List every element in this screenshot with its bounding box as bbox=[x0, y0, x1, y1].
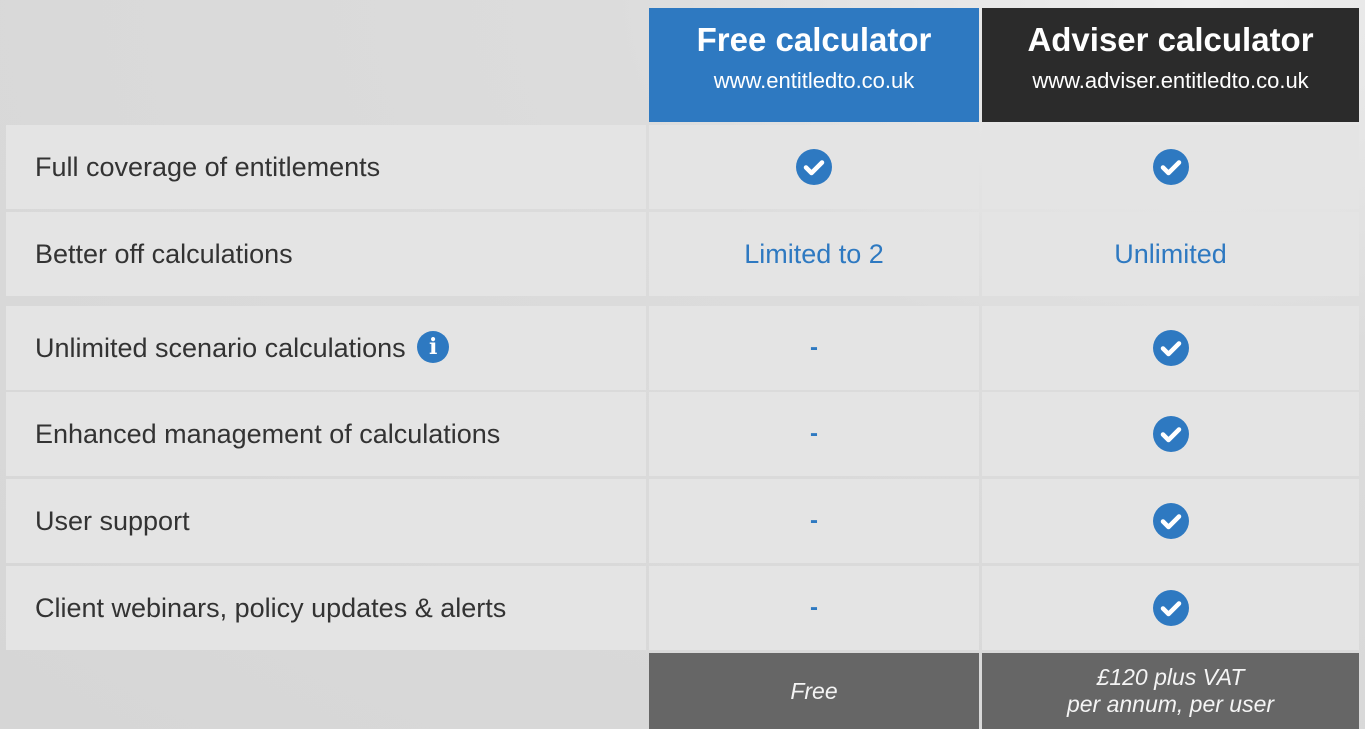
adviser-value-cell bbox=[982, 125, 1359, 209]
feature-label: Client webinars, policy updates & alerts bbox=[35, 593, 507, 623]
free-calculator-header[interactable]: Free calculator www.entitledto.co.uk bbox=[649, 8, 979, 122]
not-included-dash: - bbox=[810, 334, 818, 361]
feature-row-user-support: User support - bbox=[6, 479, 1359, 563]
free-value-cell: - bbox=[649, 566, 979, 650]
adviser-price-terms: per annum, per user bbox=[1066, 691, 1275, 717]
adviser-calculator-header[interactable]: Adviser calculator www.adviser.entitledt… bbox=[982, 8, 1359, 122]
feature-label-cell: Enhanced management of calculations bbox=[6, 392, 646, 476]
free-value-cell bbox=[649, 125, 979, 209]
not-included-dash: - bbox=[810, 420, 818, 447]
free-value-cell: Limited to 2 bbox=[649, 212, 979, 296]
free-price: Free bbox=[790, 677, 838, 704]
adviser-value-cell bbox=[982, 306, 1359, 390]
adviser-calculator-url[interactable]: www.adviser.entitledto.co.uk bbox=[982, 68, 1359, 94]
feature-label-cell: Client webinars, policy updates & alerts bbox=[6, 566, 646, 650]
free-value-cell: - bbox=[649, 306, 979, 390]
feature-row-management: Enhanced management of calculations - bbox=[6, 392, 1359, 476]
adviser-value-cell bbox=[982, 479, 1359, 563]
not-included-dash: - bbox=[810, 594, 818, 621]
check-icon bbox=[796, 149, 832, 185]
adviser-value-text: Unlimited bbox=[1114, 238, 1227, 269]
check-icon bbox=[1152, 416, 1189, 452]
feature-label-wrap: Unlimited scenario calculations i bbox=[35, 306, 450, 390]
feature-row-better-off: Better off calculations Limited to 2 Unl… bbox=[6, 212, 1359, 296]
feature-label: Full coverage of entitlements bbox=[35, 152, 381, 182]
free-calculator-title: Free calculator bbox=[696, 21, 932, 58]
adviser-value-cell: Unlimited bbox=[982, 212, 1359, 296]
adviser-value-cell bbox=[982, 392, 1359, 476]
adviser-price-cell: £120 plus VAT per annum, per user bbox=[982, 653, 1359, 729]
feature-label-cell: Better off calculations bbox=[6, 212, 646, 296]
adviser-calculator-title: Adviser calculator bbox=[1027, 21, 1314, 58]
check-icon bbox=[1152, 503, 1189, 539]
adviser-value-cell bbox=[982, 566, 1359, 650]
free-value-cell: - bbox=[649, 392, 979, 476]
feature-row-full-coverage: Full coverage of entitlements bbox=[6, 125, 1359, 209]
feature-row-scenario: Unlimited scenario calculations i - bbox=[6, 306, 1359, 390]
feature-label-cell: Full coverage of entitlements bbox=[6, 125, 646, 209]
free-value-cell: - bbox=[649, 479, 979, 563]
adviser-price: £120 plus VAT bbox=[1096, 664, 1245, 690]
feature-label: Enhanced management of calculations bbox=[35, 419, 501, 449]
feature-label: User support bbox=[35, 506, 190, 536]
check-icon bbox=[1152, 149, 1189, 185]
not-included-dash: - bbox=[810, 507, 818, 534]
feature-row-webinars: Client webinars, policy updates & alerts… bbox=[6, 566, 1359, 650]
check-icon bbox=[1152, 330, 1189, 366]
feature-label-cell: Unlimited scenario calculations i bbox=[6, 306, 646, 390]
feature-label: Better off calculations bbox=[35, 239, 293, 269]
free-value-text: Limited to 2 bbox=[744, 238, 884, 269]
free-price-cell: Free bbox=[649, 653, 979, 729]
free-calculator-url[interactable]: www.entitledto.co.uk bbox=[649, 68, 979, 94]
feature-label: Unlimited scenario calculations bbox=[35, 333, 406, 363]
check-icon bbox=[1152, 590, 1189, 626]
info-icon[interactable]: i bbox=[417, 330, 450, 363]
feature-label-cell: User support bbox=[6, 479, 646, 563]
